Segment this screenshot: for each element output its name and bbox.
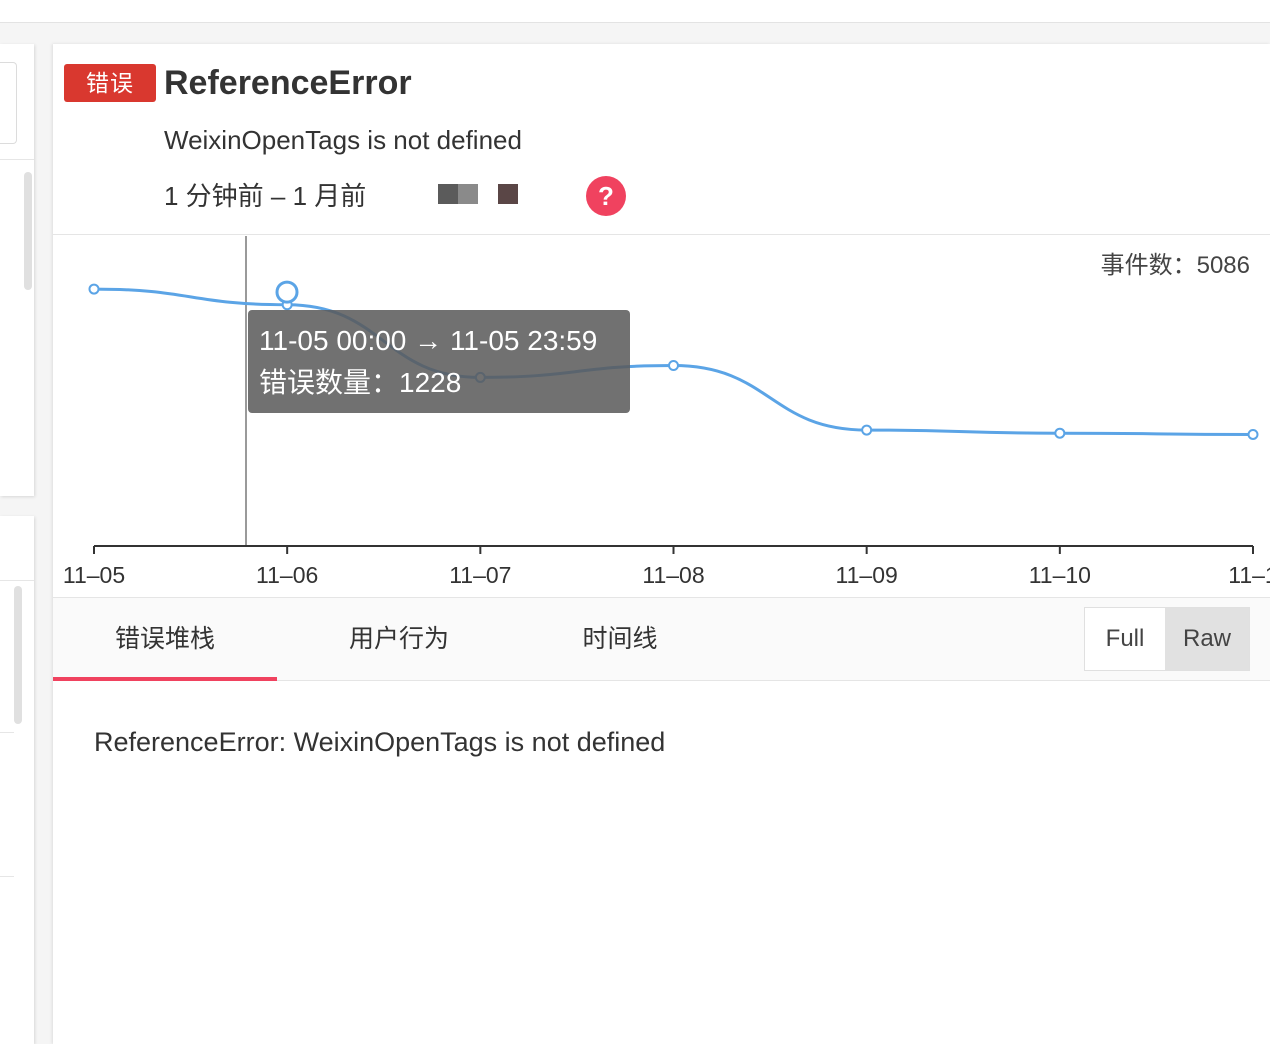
- left-panel: [0, 44, 34, 496]
- x-tick-label: 11–08: [642, 562, 704, 588]
- hover-point-marker: [275, 280, 299, 304]
- divider: [0, 732, 14, 733]
- x-tick-label: 11–10: [1029, 562, 1091, 588]
- x-tick-label: 11–1: [1228, 562, 1270, 588]
- tooltip-count: 错误数量：1228: [259, 367, 462, 398]
- x-tick-label: 11–05: [63, 562, 125, 588]
- data-point[interactable]: [668, 360, 679, 372]
- left-scrollbar-lower[interactable]: [14, 586, 22, 724]
- data-point[interactable]: [1247, 428, 1259, 440]
- stack-trace-text: ReferenceError: WeixinOpenTags is not de…: [94, 727, 666, 757]
- divider: [0, 580, 34, 581]
- full-view-button[interactable]: Full: [1085, 608, 1165, 670]
- tab-error-stack[interactable]: 错误堆栈: [53, 598, 277, 680]
- x-tick-label: 11–06: [256, 562, 318, 588]
- x-tick-label: 11–09: [836, 562, 898, 588]
- left-input[interactable]: [0, 62, 17, 144]
- tab-user-behavior[interactable]: 用户行为: [287, 598, 511, 680]
- tooltip-range: 11-05 00:00 → 11-05 23:59: [259, 325, 598, 356]
- event-count: 事件数：5086: [1100, 252, 1250, 279]
- top-strip: [0, 0, 1270, 23]
- data-point[interactable]: [861, 424, 873, 436]
- data-point[interactable]: [1054, 427, 1066, 439]
- event-trend-chart[interactable]: 11–05 11–06 11–07 11–08 11–09 11–10 11–1: [53, 44, 1270, 597]
- data-point[interactable]: [88, 283, 100, 295]
- raw-view-button[interactable]: Raw: [1165, 608, 1249, 670]
- left-panel-lower: [0, 516, 34, 1044]
- divider: [0, 876, 14, 877]
- chart-tooltip: 11-05 00:00 → 11-05 23:59 错误数量：1228: [248, 310, 630, 413]
- detail-tabs: 错误堆栈 用户行为 时间线 Full Raw: [53, 597, 1270, 681]
- issue-detail-card: 错误 ReferenceError WeixinOpenTags is not …: [53, 44, 1270, 1044]
- left-scrollbar[interactable]: [24, 172, 32, 290]
- divider: [0, 159, 34, 160]
- tab-timeline[interactable]: 时间线: [508, 598, 732, 680]
- view-toggle: Full Raw: [1084, 607, 1250, 671]
- x-tick-label: 11–07: [449, 562, 511, 588]
- active-tab-indicator: [53, 677, 277, 681]
